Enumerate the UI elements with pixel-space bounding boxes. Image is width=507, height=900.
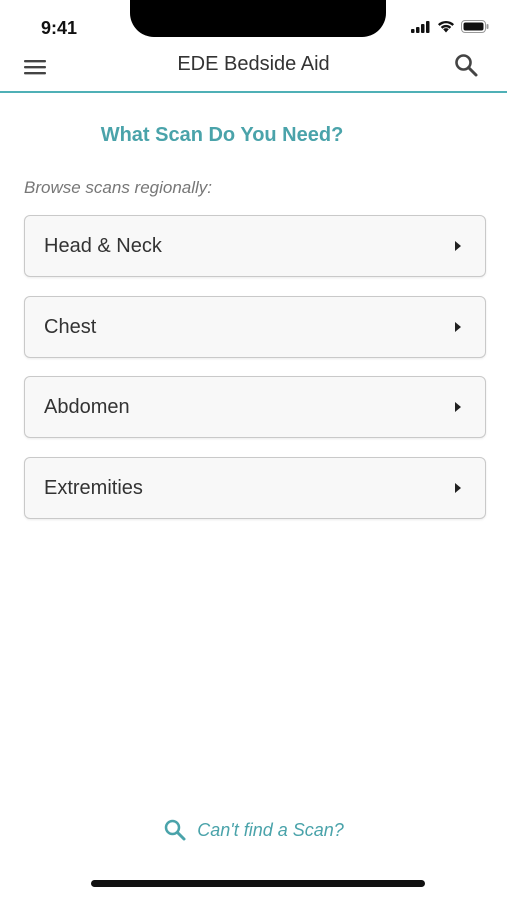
signal-icon — [411, 20, 431, 38]
region-list: Head & Neck Chest Abdomen Extremities — [24, 215, 486, 537]
home-indicator[interactable] — [91, 880, 425, 887]
wifi-icon — [437, 20, 455, 38]
battery-icon — [461, 20, 489, 38]
region-item-abdomen[interactable]: Abdomen — [24, 376, 486, 438]
device-notch — [130, 0, 386, 37]
search-button[interactable] — [453, 52, 479, 78]
region-item-head-neck[interactable]: Head & Neck — [24, 215, 486, 277]
browse-subtitle: Browse scans regionally: — [24, 178, 213, 197]
search-icon — [455, 54, 478, 77]
status-time: 9:41 — [41, 18, 78, 38]
region-item-chest[interactable]: Chest — [24, 295, 486, 358]
nav-bar: EDE Bedside Aid — [0, 46, 507, 93]
caret-right-icon — [455, 321, 461, 332]
region-label: Abdomen — [44, 396, 130, 418]
region-item-extremities[interactable]: Extremities — [24, 456, 486, 519]
page-title: EDE Bedside Aid — [177, 53, 330, 75]
section-heading: What Scan Do You Need? — [100, 124, 344, 146]
region-label: Head & Neck — [44, 235, 162, 257]
caret-right-icon — [455, 482, 461, 493]
region-label: Chest — [44, 315, 97, 338]
status-icons — [411, 20, 489, 38]
caret-right-icon — [455, 241, 461, 251]
search-icon — [164, 819, 186, 841]
caret-right-icon — [455, 402, 461, 412]
region-label: Extremities — [44, 476, 143, 499]
cant-find-label: Can't find a Scan? — [197, 819, 344, 840]
cant-find-scan-link[interactable]: Can't find a Scan? — [0, 818, 507, 842]
status-bar: 9:41 — [0, 0, 507, 46]
